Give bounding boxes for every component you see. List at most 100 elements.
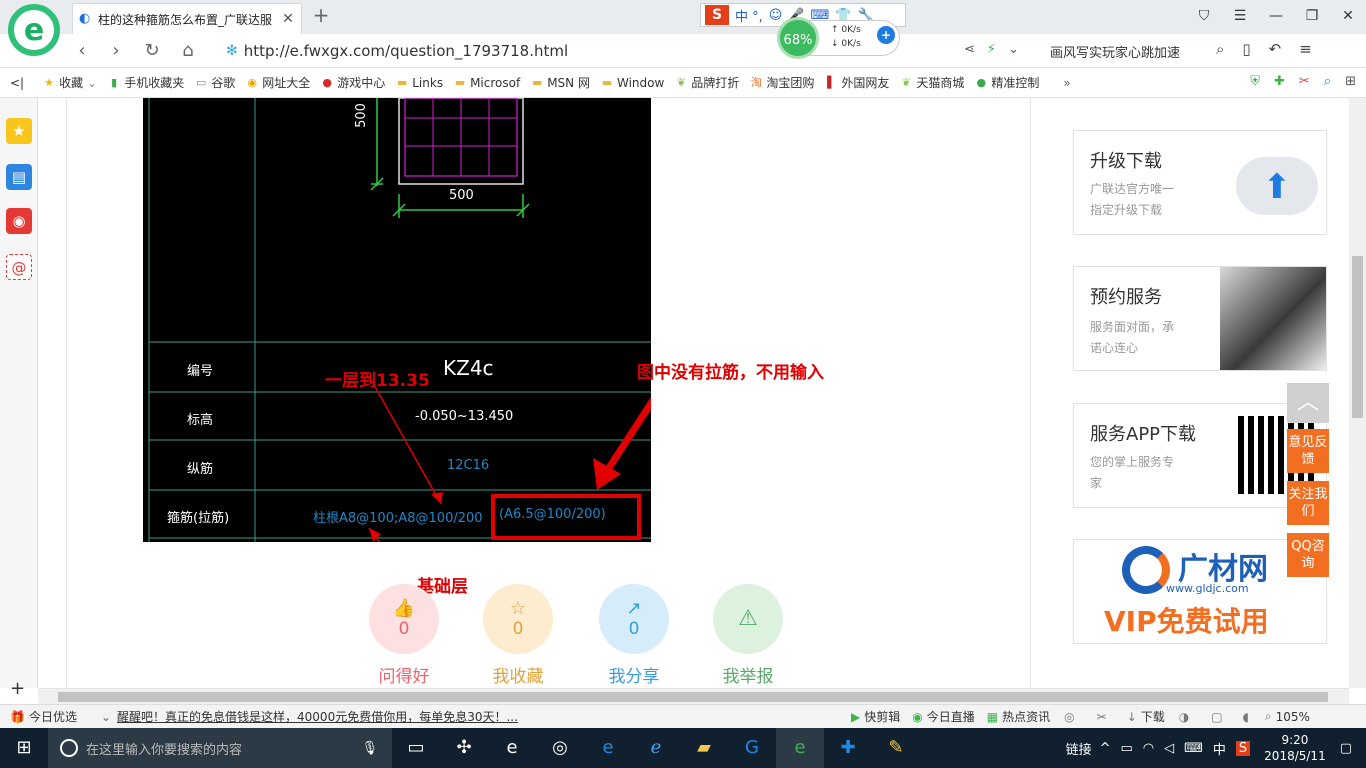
- new-tab-button[interactable]: +: [310, 4, 332, 28]
- volume-icon[interactable]: ◁: [1164, 741, 1174, 756]
- ime-indicator[interactable]: 中: [1213, 739, 1226, 758]
- tools-icon[interactable]: ✂: [1097, 710, 1107, 724]
- appointment-card[interactable]: 预约服务 服务面对面，承 诺心连心: [1073, 266, 1327, 371]
- plus-icon[interactable]: ✚: [1274, 74, 1285, 89]
- undo-icon[interactable]: ↶: [1269, 40, 1282, 58]
- keyboard-icon[interactable]: ⌨: [1184, 741, 1203, 756]
- speed-icon[interactable]: ◎: [1064, 710, 1074, 724]
- minimize-button[interactable]: —: [1258, 0, 1294, 34]
- status-item[interactable]: 快剪辑: [864, 708, 900, 725]
- menu-icon[interactable]: ≡: [1299, 40, 1312, 58]
- bookmark-item[interactable]: ▌ 外国网友: [824, 74, 889, 91]
- favorite-action[interactable]: ☆ 0 我收藏: [483, 584, 553, 687]
- phone-icon[interactable]: ▯: [1242, 40, 1250, 58]
- ie-icon[interactable]: e: [488, 728, 536, 768]
- restore-button[interactable]: ❐: [1294, 0, 1330, 34]
- share-icon[interactable]: ⋖: [964, 42, 975, 57]
- bookmark-item[interactable]: ▬ Window: [600, 76, 665, 90]
- report-circle[interactable]: ⚠: [713, 584, 783, 654]
- 360-browser-icon[interactable]: e: [776, 728, 824, 768]
- add-sidebar-icon[interactable]: +: [10, 678, 25, 699]
- chevron-down-icon[interactable]: ⌄: [1008, 42, 1019, 57]
- bookmark-item[interactable]: ● 精准控制: [974, 74, 1040, 91]
- bookmark-item[interactable]: ◉ 网址大全: [245, 74, 310, 91]
- scrollbar-thumb[interactable]: [58, 692, 1328, 702]
- back-button[interactable]: ‹: [70, 39, 94, 63]
- favorites-icon[interactable]: ★: [6, 118, 32, 144]
- close-window-button[interactable]: ✕: [1330, 0, 1366, 34]
- refresh-button[interactable]: ↻: [140, 39, 164, 63]
- forward-button[interactable]: ›: [104, 39, 128, 63]
- window-icon[interactable]: ▢: [1211, 710, 1222, 724]
- status-item[interactable]: 下载: [1141, 708, 1165, 725]
- home-button[interactable]: ⌂: [176, 39, 200, 63]
- taskbar-search[interactable]: 在这里输入你要搜索的内容 🎙: [48, 728, 392, 768]
- bookmark-item[interactable]: ▬ MSN 网: [530, 74, 590, 91]
- night-icon[interactable]: ◑: [1179, 710, 1189, 724]
- edge-icon[interactable]: e: [584, 728, 632, 768]
- upgrade-download-card[interactable]: 升级下载 广联达官方唯一 指定升级下载 ⬆: [1073, 130, 1327, 235]
- more-bookmarks-icon[interactable]: »: [1063, 76, 1070, 90]
- today-picks[interactable]: 今日优选: [29, 708, 77, 725]
- status-item[interactable]: 热点资讯: [1002, 708, 1050, 725]
- status-item[interactable]: 今日直播: [927, 708, 975, 725]
- shirt-icon[interactable]: ⛉: [1186, 0, 1222, 34]
- like-action[interactable]: 👍 0 问得好: [369, 584, 439, 687]
- links-label[interactable]: 链接: [1066, 739, 1092, 758]
- network-monitor[interactable]: 68% ↑ 0K/s ↓ 0K/s +: [777, 17, 900, 59]
- search-icon[interactable]: ⌕: [1324, 74, 1331, 89]
- mail-icon[interactable]: @: [6, 254, 32, 280]
- vertical-scrollbar[interactable]: [1349, 98, 1366, 688]
- shield-icon[interactable]: ⛨: [1250, 74, 1260, 89]
- weibo-icon[interactable]: ◉: [6, 208, 32, 234]
- bookmark-item[interactable]: ❦ 天猫商城: [899, 74, 965, 91]
- task-view-icon[interactable]: ▭: [392, 728, 440, 768]
- report-action[interactable]: ⚠ 我举报: [713, 584, 783, 687]
- chevron-down-icon[interactable]: ⌄: [101, 710, 111, 724]
- bookmark-item[interactable]: 淘淘宝团购: [749, 74, 815, 91]
- scrollbar-thumb[interactable]: [1352, 256, 1363, 418]
- bookmark-item[interactable]: ▮ 手机收藏夹: [107, 74, 184, 91]
- ie-blue-icon[interactable]: ℯ: [632, 728, 680, 768]
- boost-plus-icon[interactable]: +: [877, 26, 895, 44]
- bookmark-item[interactable]: ▬ Links: [395, 76, 443, 90]
- chevron-up-icon[interactable]: ^: [1100, 741, 1111, 756]
- search-icon[interactable]: ⌕: [1216, 40, 1224, 58]
- windows-start-icon[interactable]: ⊞: [0, 728, 48, 768]
- clock[interactable]: 9:20 2018/5/11: [1264, 732, 1326, 764]
- grid-icon[interactable]: ⊞: [1345, 74, 1356, 89]
- bookmark-item[interactable]: ● 游戏中心: [320, 74, 385, 91]
- fan-app-icon[interactable]: ✣: [440, 728, 488, 768]
- feedback-button[interactable]: 意见反馈: [1287, 429, 1329, 473]
- scissors-icon[interactable]: ✂: [1299, 74, 1310, 89]
- qq-consult-button[interactable]: QQ咨询: [1287, 533, 1329, 577]
- chrome-like-icon[interactable]: ◎: [536, 728, 584, 768]
- like-circle[interactable]: 👍 0: [369, 584, 439, 654]
- file-explorer-icon[interactable]: ▰: [680, 728, 728, 768]
- favorite-circle[interactable]: ☆ 0: [483, 584, 553, 654]
- news-ticker[interactable]: 醒醒吧！真正的免息借钱是这样，40000元免费借你用，每单免息30天！...: [117, 708, 537, 725]
- bookmark-item[interactable]: ❦ 品牌打折: [674, 74, 740, 91]
- share-circle[interactable]: ↗ 0: [599, 584, 669, 654]
- url-text[interactable]: http://e.fwxgx.com/question_1793718.html: [244, 42, 568, 60]
- wifi-icon[interactable]: ◠: [1143, 741, 1154, 756]
- bookmark-item[interactable]: ▬ Microsof: [453, 76, 520, 90]
- mic-icon[interactable]: 🎙: [361, 741, 378, 756]
- sogou-icon[interactable]: S: [705, 5, 729, 25]
- notes-icon[interactable]: ✎: [872, 728, 920, 768]
- lightning-icon[interactable]: ⚡: [987, 42, 996, 57]
- share-action[interactable]: ↗ 0 我分享: [599, 584, 669, 687]
- browser-logo-icon[interactable]: e: [8, 4, 60, 56]
- horizontal-scrollbar[interactable]: [38, 688, 1349, 704]
- menu-icon[interactable]: ☰: [1222, 0, 1258, 34]
- close-tab-icon[interactable]: ✕: [281, 11, 295, 27]
- follow-us-button[interactable]: 关注我们: [1287, 481, 1329, 525]
- hot-search[interactable]: 画风写实玩家心跳加速: [1050, 42, 1180, 61]
- bookmark-item[interactable]: ★ 收藏 ⌄: [42, 74, 97, 91]
- bookmark-item[interactable]: ▭ 谷歌: [194, 74, 235, 91]
- browser-tab[interactable]: ◐ 柱的这种箍筋怎么布置_广联达服 ✕: [72, 3, 302, 34]
- collapse-sidebar-icon[interactable]: <|: [10, 76, 24, 90]
- ime-mode[interactable]: 中 °,: [735, 6, 763, 25]
- glodon-icon[interactable]: G: [728, 728, 776, 768]
- sogou-tray-icon[interactable]: S: [1235, 740, 1251, 756]
